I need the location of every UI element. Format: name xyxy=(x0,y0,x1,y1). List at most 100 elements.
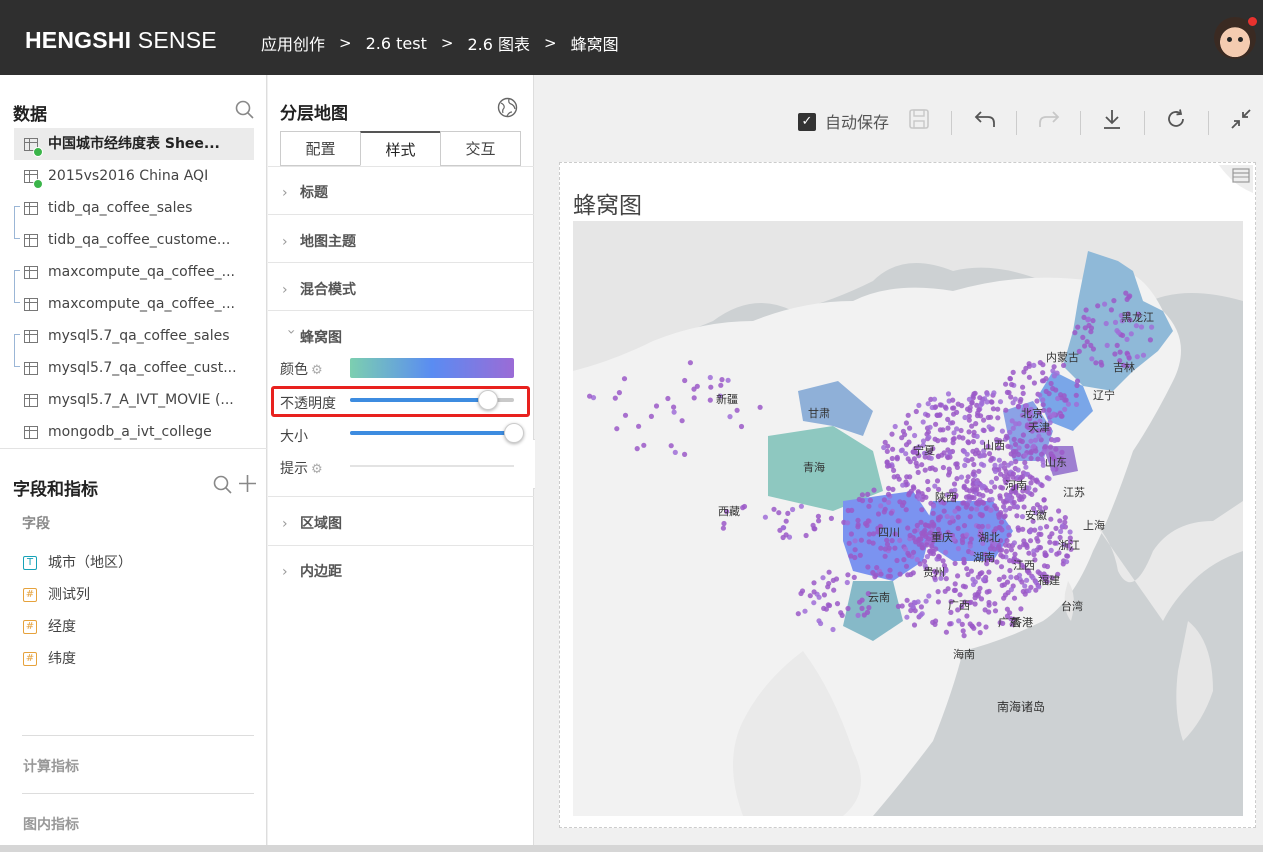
save-icon[interactable] xyxy=(908,108,930,135)
hex-cell xyxy=(1026,588,1032,594)
globe-icon[interactable] xyxy=(497,97,518,122)
field-item[interactable]: T 城市（地区） xyxy=(22,547,132,579)
autosave-checkbox[interactable]: ✓ xyxy=(798,113,816,131)
horizontal-scrollbar[interactable] xyxy=(0,845,1263,852)
hex-cell xyxy=(799,588,806,594)
chart-card[interactable]: 蜂窝图 黑龙江 内蒙古 吉林 辽宁 新疆 甘肃 北京 天津 宁夏 山西 山东 青… xyxy=(559,162,1256,828)
hex-cell xyxy=(925,412,931,418)
inner-metrics-label[interactable]: 图内指标 xyxy=(23,814,79,834)
land-korea-japan xyxy=(1093,501,1243,621)
hex-cell xyxy=(1042,552,1048,558)
hex-cell xyxy=(981,427,987,434)
hex-cell xyxy=(1048,380,1054,387)
collapse-icon[interactable] xyxy=(1230,108,1252,135)
map-label-qinghai: 青海 xyxy=(803,460,825,474)
search-icon[interactable] xyxy=(235,100,254,123)
dataset-item[interactable]: mongodb_a_ivt_college xyxy=(14,416,254,448)
hex-cell xyxy=(960,435,966,441)
section-hexbin[interactable]: ›蜂窝图 xyxy=(282,327,342,347)
tab-interaction[interactable]: 交互 xyxy=(440,131,521,166)
hex-cell xyxy=(816,594,822,600)
section-map-theme[interactable]: › 地图主题 xyxy=(282,231,356,251)
breadcrumb-item[interactable]: 应用创作 xyxy=(261,31,325,55)
hex-cell xyxy=(907,425,913,431)
map-label-xinjiang: 新疆 xyxy=(716,392,738,406)
hex-cell xyxy=(852,538,858,544)
tab-config[interactable]: 配置 xyxy=(280,131,361,166)
hex-cell xyxy=(890,486,896,492)
dataset-item[interactable]: mysql5.7_A_IVT_MOVIE (... xyxy=(14,384,254,416)
hex-cell xyxy=(634,446,640,452)
field-item[interactable]: # 纬度 xyxy=(22,643,132,675)
brand-logo[interactable]: HENGSHI SENSE xyxy=(25,27,217,54)
size-slider-handle[interactable] xyxy=(504,423,524,443)
breadcrumb-item[interactable]: 2.6 test xyxy=(366,34,427,53)
section-padding[interactable]: › 内边距 xyxy=(282,561,342,581)
dataset-item[interactable]: mysql5.7_qa_coffee_cust... xyxy=(14,352,254,384)
hex-cell xyxy=(964,451,970,457)
hex-cell xyxy=(903,420,909,426)
hex-cell xyxy=(1028,455,1034,461)
field-item[interactable]: # 测试列 xyxy=(22,579,132,611)
hex-cell xyxy=(1095,303,1101,309)
hex-cell xyxy=(987,507,993,513)
card-menu-icon[interactable] xyxy=(1219,165,1253,193)
section-region[interactable]: › 区域图 xyxy=(282,513,342,533)
section-title[interactable]: › 标题 xyxy=(282,182,328,202)
hexbin-map[interactable]: 黑龙江 内蒙古 吉林 辽宁 新疆 甘肃 北京 天津 宁夏 山西 山东 青海 陕西 河南 江苏 西藏 安徽 四川 湖北… xyxy=(573,221,1243,816)
tab-style[interactable]: 样式 xyxy=(360,131,441,166)
hex-cell xyxy=(903,507,909,513)
breadcrumb-item[interactable]: 2.6 图表 xyxy=(467,31,530,55)
undo-icon[interactable] xyxy=(973,108,997,135)
hex-cell xyxy=(1049,531,1055,537)
hex-cell xyxy=(1024,443,1030,449)
calc-metrics-label[interactable]: 计算指标 xyxy=(23,756,79,776)
hex-cell xyxy=(1026,374,1032,380)
hex-cell xyxy=(1024,577,1030,583)
hex-cell xyxy=(1039,482,1045,489)
gear-icon[interactable]: ⚙ xyxy=(311,462,323,477)
avatar[interactable] xyxy=(1214,16,1258,59)
search-icon[interactable] xyxy=(213,475,232,498)
dataset-item[interactable]: maxcompute_qa_coffee_... xyxy=(14,256,254,288)
dataset-item[interactable]: maxcompute_qa_coffee_... xyxy=(14,288,254,320)
hex-cell xyxy=(958,474,965,480)
hex-cell xyxy=(950,397,956,403)
hex-cell xyxy=(707,374,713,381)
dataset-item[interactable]: 中国城市经纬度表 Shee... xyxy=(14,128,254,160)
refresh-icon[interactable] xyxy=(1165,108,1187,135)
hex-cell xyxy=(934,412,940,418)
hex-cell xyxy=(907,532,913,539)
hex-cell xyxy=(950,405,956,411)
hex-cell xyxy=(984,487,990,493)
hex-cell xyxy=(718,382,724,388)
hex-cell xyxy=(943,549,949,555)
hex-cell xyxy=(910,549,917,555)
dataset-item[interactable]: mysql5.7_qa_coffee_sales xyxy=(14,320,254,352)
hex-cell xyxy=(976,491,982,497)
section-blend-mode[interactable]: › 混合模式 xyxy=(282,279,356,299)
hex-cell xyxy=(918,536,924,542)
color-gradient-picker[interactable] xyxy=(350,358,514,378)
dataset-item[interactable]: 2015vs2016 China AQI xyxy=(14,160,254,192)
redo-icon[interactable] xyxy=(1037,108,1061,135)
hex-cell xyxy=(962,414,968,421)
download-icon[interactable] xyxy=(1101,108,1123,135)
dataset-item[interactable]: tidb_qa_coffee_custome... xyxy=(14,224,254,256)
hex-cell xyxy=(940,427,946,433)
hex-cell xyxy=(969,456,975,462)
hex-cell xyxy=(954,426,960,432)
tooltip-slider[interactable] xyxy=(350,465,514,467)
gear-icon[interactable]: ⚙ xyxy=(311,363,323,378)
hex-cell xyxy=(1083,307,1089,313)
size-slider[interactable] xyxy=(350,423,524,443)
add-icon[interactable] xyxy=(238,474,257,497)
hex-cell xyxy=(940,464,946,471)
hex-cell xyxy=(1040,370,1046,376)
dataset-item[interactable]: tidb_qa_coffee_sales xyxy=(14,192,254,224)
hex-cell xyxy=(826,569,832,575)
hex-cell xyxy=(957,592,963,598)
hex-cell xyxy=(1009,381,1015,388)
field-item[interactable]: # 经度 xyxy=(22,611,132,643)
section-divider xyxy=(268,310,534,311)
